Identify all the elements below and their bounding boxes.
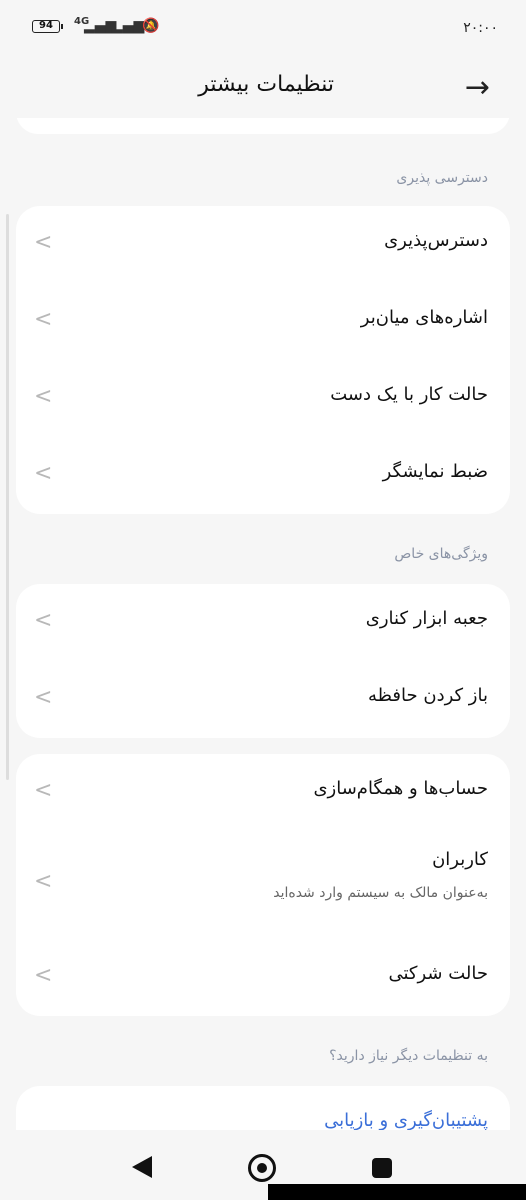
list-item-accounts-sync[interactable]: حساب‌ها و همگام‌سازی < [16,754,510,831]
list-item-sidebar-toolbox[interactable]: جعبه ابزار کناری < [16,584,510,661]
chevron-left-icon: < [34,608,53,633]
section-title-special-features: ویژگی‌های خاص [394,546,488,562]
list-item-free-up-memory[interactable]: باز کردن حافظه < [16,661,510,738]
settings-list[interactable]: دسترسی پذیری دسترس‌پذیری < اشاره‌های میا… [0,118,526,1130]
item-label: کاربران [432,849,488,870]
item-label: پشتیبان‌گیری و بازیابی [324,1110,488,1130]
chevron-left-icon: < [34,778,53,803]
list-item-backup-restore[interactable]: پشتیبان‌گیری و بازیابی [16,1086,510,1130]
list-item-users[interactable]: کاربران به‌عنوان مالک به سیستم وارد شده‌… [16,831,510,939]
special-features-card: جعبه ابزار کناری < باز کردن حافظه < [16,584,510,738]
list-item-screen-recorder[interactable]: ضبط نمایشگر < [16,437,510,514]
mute-icon: 🔕 [142,18,160,34]
item-label: اشاره‌های میان‌بر [360,307,488,328]
more-settings-card: پشتیبان‌گیری و بازیابی [16,1086,510,1130]
chevron-left-icon: < [34,461,53,486]
accounts-card: حساب‌ها و همگام‌سازی < کاربران به‌عنوان … [16,754,510,1016]
previous-card [16,118,510,134]
battery-icon: 94 [32,20,63,33]
status-bar: 94 4G ▂▄▆ ▂▄▆ 🔕 ۲۰:۰۰ [0,0,526,60]
bottom-black-bar [268,1184,526,1200]
scrollbar[interactable] [6,214,9,780]
nav-recents-icon[interactable] [372,1158,392,1178]
section-title-more-settings: به تنظیمات دیگر نیاز دارید؟ [329,1048,488,1064]
item-subtitle: به‌عنوان مالک به سیستم وارد شده‌اید [273,885,488,901]
item-label: حالت شرکتی [388,963,488,984]
signal-icon-2: ▂▄▆ [112,18,145,34]
chevron-left-icon: < [34,963,53,988]
chevron-left-icon: < [34,307,53,332]
list-item-one-handed-mode[interactable]: حالت کار با یک دست < [16,360,510,437]
nav-home-icon[interactable] [248,1154,276,1182]
app-header: تنظیمات بیشتر → [0,60,526,118]
back-arrow-icon[interactable]: → [465,70,490,105]
battery-level: 94 [39,20,53,31]
chevron-left-icon: < [34,685,53,710]
item-label: ضبط نمایشگر [382,461,488,482]
chevron-left-icon: < [34,384,53,409]
chevron-left-icon: < [34,230,53,255]
item-label: جعبه ابزار کناری [365,608,488,629]
item-label: دسترس‌پذیری [384,230,488,251]
nav-back-icon[interactable] [132,1156,152,1178]
page-title: تنظیمات بیشتر [198,72,334,97]
section-title-accessibility: دسترسی پذیری [396,170,488,186]
accessibility-card: دسترس‌پذیری < اشاره‌های میان‌بر < حالت ک… [16,206,510,514]
item-label: حساب‌ها و همگام‌سازی [313,778,488,799]
item-label: باز کردن حافظه [368,685,488,706]
list-item-accessibility[interactable]: دسترس‌پذیری < [16,206,510,283]
chevron-left-icon: < [34,869,53,894]
item-label: حالت کار با یک دست [330,384,488,405]
clock: ۲۰:۰۰ [463,20,498,36]
list-item-shortcut-gestures[interactable]: اشاره‌های میان‌بر < [16,283,510,360]
list-item-enterprise-mode[interactable]: حالت شرکتی < [16,939,510,1016]
